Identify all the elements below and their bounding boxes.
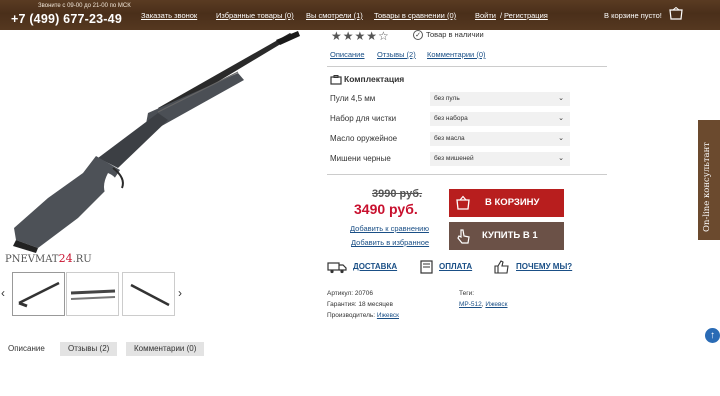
option-value: без набора xyxy=(434,115,468,122)
watermark-number: 24 xyxy=(58,252,73,265)
login-link[interactable]: Войти xyxy=(475,11,496,20)
tab-reviews-link[interactable]: Отзывы (2) xyxy=(377,50,416,59)
watermark-tld: .RU xyxy=(72,254,92,265)
kit-title: Комплектация xyxy=(330,74,404,85)
divider xyxy=(327,66,607,67)
tab-comments[interactable]: Комментарии (0) xyxy=(126,342,205,356)
old-price: 3990 руб. xyxy=(372,188,423,200)
online-consultant-tab[interactable]: On-line консультант xyxy=(698,120,720,240)
hand-pointer-icon xyxy=(457,229,470,244)
option-value: без мишеней xyxy=(434,155,474,162)
option-label: Масло оружейное xyxy=(330,134,398,143)
option-value: без пуль xyxy=(434,95,460,102)
option-select-bullets[interactable]: без пуль ⌄ xyxy=(430,92,570,106)
rifle-thumb-icon xyxy=(70,289,116,300)
option-value: без масла xyxy=(434,135,465,142)
chevron-down-icon: ⌄ xyxy=(558,135,564,142)
why-us-link[interactable]: ПОЧЕМУ МЫ? xyxy=(516,262,572,271)
tags-list: MP-512, Ижевск xyxy=(459,301,508,308)
tags-label: Теги: xyxy=(459,290,475,297)
availability-text: Товар в наличии xyxy=(426,30,484,39)
add-to-cart-button[interactable]: В КОРЗИНУ xyxy=(449,189,564,217)
article-meta: Артикул: 20706 xyxy=(327,290,373,297)
warranty-meta: Гарантия: 18 месяцев xyxy=(327,301,393,308)
favorites-link[interactable]: Избранные товары (0) xyxy=(216,11,294,20)
chevron-down-icon: ⌄ xyxy=(558,155,564,162)
delivery-link[interactable]: ДОСТАВКА xyxy=(353,262,397,271)
thumbnail-3[interactable] xyxy=(122,272,175,316)
add-to-compare-link[interactable]: Добавить к сравнению xyxy=(350,224,429,233)
option-select-targets[interactable]: без мишеней ⌄ xyxy=(430,152,570,166)
option-row-bullets: Пули 4,5 мм без пуль ⌄ xyxy=(330,92,570,106)
warranty-label: Гарантия: xyxy=(327,301,357,308)
consultant-label: On-line консультант xyxy=(702,142,712,232)
gallery-next-arrow[interactable]: › xyxy=(178,286,182,300)
option-row-oil: Масло оружейное без масла ⌄ xyxy=(330,132,570,146)
option-label: Набор для чистки xyxy=(330,114,397,123)
tab-description[interactable]: Описание xyxy=(0,342,53,356)
maker-link[interactable]: Ижевск xyxy=(377,312,399,319)
option-select-oil[interactable]: без масла ⌄ xyxy=(430,132,570,146)
cart-status[interactable]: В корзине пусто! xyxy=(604,11,662,20)
site-watermark: PNEVMAT24.RU xyxy=(5,252,92,265)
option-select-cleaning[interactable]: без набора ⌄ xyxy=(430,112,570,126)
compare-link[interactable]: Товары в сравнении (0) xyxy=(374,11,456,20)
rating-stars: ★★★★☆ xyxy=(331,29,390,43)
add-to-cart-label: В КОРЗИНУ xyxy=(485,197,540,208)
maker-label: Производитель: xyxy=(327,312,376,319)
phone-number[interactable]: +7 (499) 677-23-49 xyxy=(11,12,122,26)
buy-one-click-button[interactable]: КУПИТЬ В 1 КЛИК xyxy=(449,222,564,269)
chevron-down-icon: ⌄ xyxy=(558,115,564,122)
auth-separator: / xyxy=(500,11,503,20)
tag-separator: , xyxy=(481,301,484,308)
tab-reviews[interactable]: Отзывы (2) xyxy=(60,342,118,356)
tag-link[interactable]: Ижевск xyxy=(485,301,507,308)
tab-description-link[interactable]: Описание xyxy=(330,50,365,59)
check-icon: ✓ xyxy=(413,30,423,41)
option-label: Пули 4,5 мм xyxy=(330,94,376,103)
header-bar: Звоните с 09-00 до 21-00 по МСК +7 (499)… xyxy=(0,0,720,30)
article-value: 20706 xyxy=(354,290,373,297)
kit-title-text: Комплектация xyxy=(344,74,405,84)
working-hours: Звоните с 09-00 до 21-00 по МСК xyxy=(38,3,131,9)
current-price: 3490 руб. xyxy=(354,201,418,217)
viewed-link[interactable]: Вы смотрели (1) xyxy=(306,11,363,20)
tag-link[interactable]: MP-512 xyxy=(459,301,482,308)
warranty-value: 18 месяцев xyxy=(358,301,393,308)
rifle-thumb-icon xyxy=(18,281,60,308)
rifle-thumb-icon xyxy=(130,283,170,307)
register-link[interactable]: Регистрация xyxy=(504,11,548,20)
product-image[interactable] xyxy=(8,28,308,253)
watermark-brand: PNEVMAT xyxy=(5,254,59,265)
availability-status: ✓ Товар в наличии xyxy=(413,30,484,41)
scroll-up-button[interactable]: ↑ xyxy=(705,328,720,343)
option-row-targets: Мишени черные без мишеней ⌄ xyxy=(330,152,570,166)
chevron-down-icon: ⌄ xyxy=(558,95,564,102)
payment-link[interactable]: ОПЛАТА xyxy=(439,262,472,271)
add-to-favorites-link[interactable]: Добавить в избранное xyxy=(351,238,429,247)
maker-meta: Производитель: Ижевск xyxy=(327,312,399,319)
gallery-prev-arrow[interactable]: ‹ xyxy=(1,286,5,300)
callback-link[interactable]: Заказать звонок xyxy=(141,11,197,20)
cart-icon[interactable] xyxy=(669,7,683,20)
thumbnail-1[interactable] xyxy=(12,272,65,316)
article-label: Артикул: xyxy=(327,290,354,297)
payment-icon xyxy=(420,260,433,274)
divider xyxy=(327,174,607,175)
tab-comments-link[interactable]: Комментарии (0) xyxy=(427,50,486,59)
thumbnail-2[interactable] xyxy=(66,272,119,316)
option-label: Мишени черные xyxy=(330,154,391,163)
truck-icon xyxy=(327,262,347,274)
thumbs-up-icon xyxy=(494,260,509,274)
cart-icon xyxy=(456,195,470,210)
option-row-cleaning: Набор для чистки без набора ⌄ xyxy=(330,112,570,126)
kit-icon xyxy=(330,74,342,85)
